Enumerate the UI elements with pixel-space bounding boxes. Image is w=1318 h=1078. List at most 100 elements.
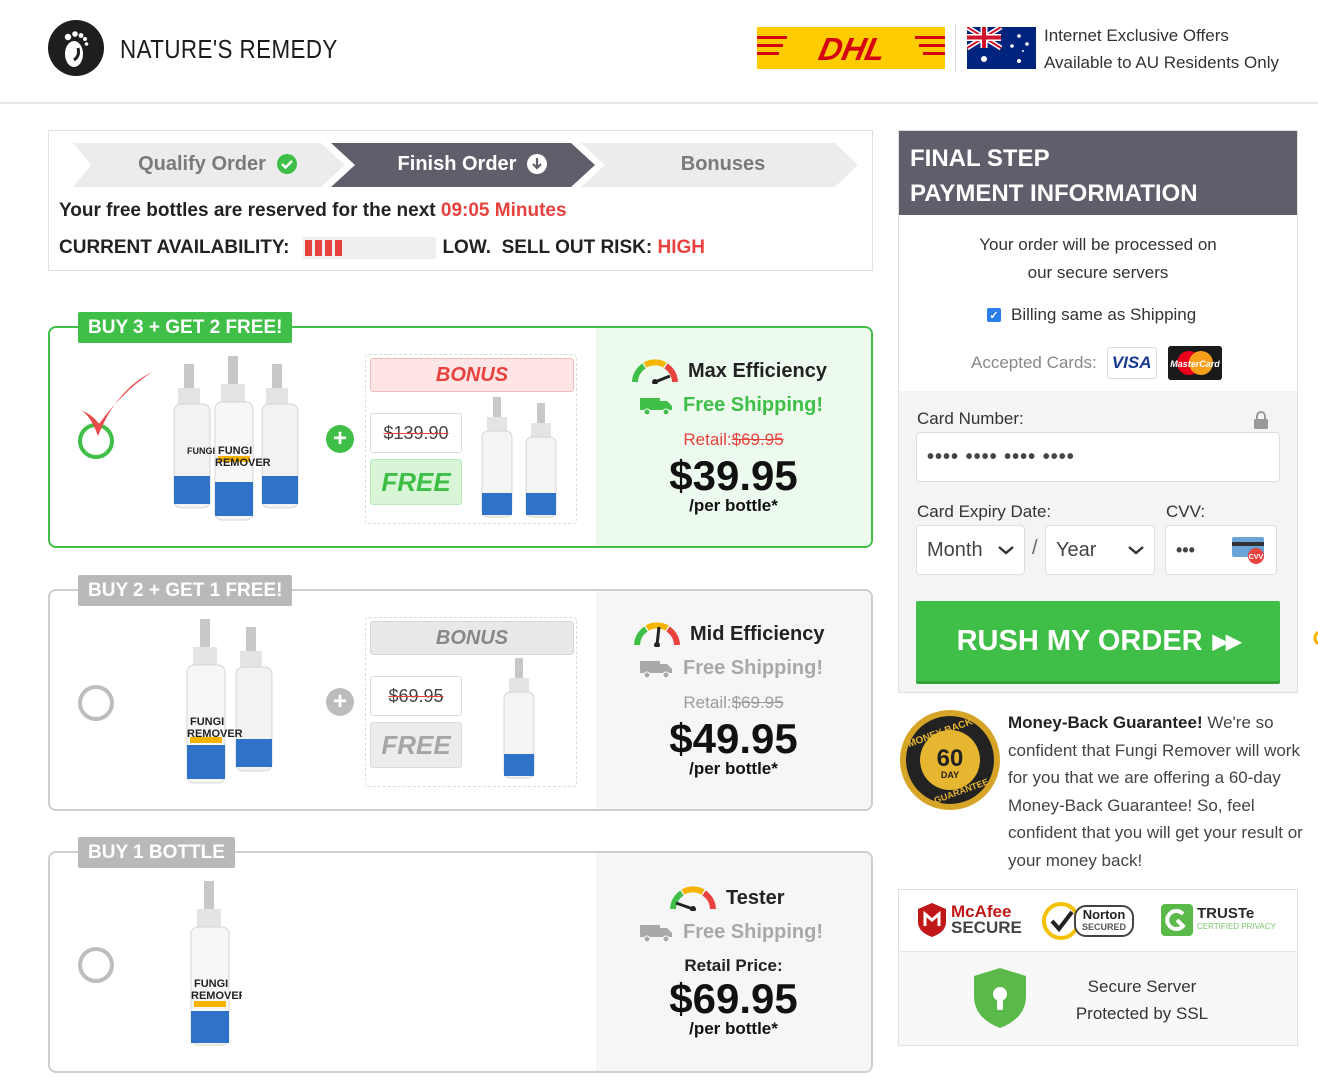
truste-badge: TRUSTe CERTIFIED PRIVACY [1161, 904, 1276, 936]
bonus-bottles-2 [481, 397, 557, 518]
package-radio[interactable] [78, 947, 114, 983]
package-buy-2-get-1[interactable]: BUY 2 + GET 1 FREE! FUNGI REMOVER + BONU… [48, 575, 873, 811]
efficiency-label: Max Efficiency [688, 359, 827, 382]
bonus-box: BONUS $139.90 FREE [365, 354, 577, 524]
truck-icon [640, 397, 672, 415]
payment-header: FINAL STEP PAYMENT INFORMATION [899, 131, 1297, 215]
processed-line-2: our secure servers [1027, 263, 1169, 282]
footprint-logo-icon[interactable] [48, 20, 104, 76]
svg-text:60: 60 [937, 745, 964, 772]
package-price: $39.95 [669, 452, 798, 499]
expiry-year-select[interactable]: Year [1045, 525, 1155, 575]
dhl-logo: DHL [757, 27, 945, 69]
shipping-row: Free Shipping! [640, 657, 870, 680]
bonus-old-price: $69.95 [370, 676, 462, 716]
cvv-placeholder: ••• [1176, 539, 1195, 560]
expiry-month-select[interactable]: Month [916, 525, 1025, 575]
product-bottles-2: FUNGI REMOVER [186, 619, 273, 784]
svg-text:FUNGI: FUNGI [194, 978, 228, 990]
package-buy-3-get-2[interactable]: BUY 3 + GET 2 FREE! FUNGI FUNGI REMOVER … [48, 312, 873, 548]
rush-my-order-button[interactable]: RUSH MY ORDER ▶▶ [916, 601, 1280, 681]
rush-label: RUSH MY ORDER [956, 624, 1203, 657]
australia-flag-icon [965, 24, 1036, 69]
retail-price: $69.95 [731, 693, 784, 712]
shipping-row: Free Shipping! [640, 394, 870, 417]
site-header: NATURE'S REMEDY DHL Internet Exclusive O… [0, 0, 1318, 104]
low-text: LOW. [442, 237, 492, 258]
svg-text:MasterCard: MasterCard [1170, 359, 1220, 369]
availability-row: CURRENT AVAILABILITY: LOW. SELL OUT RISK… [59, 237, 705, 259]
product-bottles-3: FUNGI FUNGI REMOVER [173, 356, 299, 521]
offer-text: Internet Exclusive Offers Available to A… [1044, 22, 1279, 76]
package-tag: BUY 1 BOTTLE [78, 837, 235, 868]
step-label: Bonuses [680, 152, 766, 175]
norton-secured: SECURED [1082, 922, 1127, 932]
ssl-line-2: Protected by SSL [1075, 1004, 1209, 1023]
payment-title-2: PAYMENT INFORMATION [910, 180, 1198, 207]
billing-label: Billing same as Shipping [1011, 305, 1197, 324]
step-label: Qualify Order [138, 152, 266, 175]
retail-label: Retail: [683, 693, 732, 712]
svg-text:FUNGI: FUNGI [190, 716, 224, 728]
shipping-label: Free Shipping! [683, 394, 823, 416]
ssl-shield-icon [974, 968, 1026, 1028]
norton-name: Norton [1082, 907, 1126, 922]
progress-steps: Qualify Order Finish Order Bonuses [73, 141, 858, 189]
edge-partial-icon [1312, 630, 1318, 646]
truck-icon [640, 660, 672, 678]
brand-name[interactable]: NATURE'S REMEDY [120, 34, 338, 65]
card-number-input[interactable]: •••• •••• •••• •••• [916, 432, 1280, 482]
chevron-down-icon [998, 546, 1014, 555]
billing-same-checkbox[interactable]: ✓ Billing same as Shipping [987, 305, 1196, 325]
order-progress-box: Qualify Order Finish Order Bonuses Your … [48, 130, 873, 271]
gauge-icon [634, 622, 680, 647]
cvv-card-icon: CVV [1232, 537, 1264, 564]
double-chevron-right-icon: ▶▶ [1212, 630, 1242, 653]
availability-label: CURRENT AVAILABILITY: [59, 237, 290, 258]
svg-text:FUNGI: FUNGI [218, 445, 252, 457]
per-bottle-label: /per bottle* [689, 496, 778, 515]
risk-label: SELL OUT RISK: [501, 237, 653, 258]
efficiency-label: Tester [726, 886, 785, 909]
cvv-input[interactable]: ••• CVV [1165, 525, 1277, 575]
guarantee-body: We're so confident that Fungi Remover wi… [1008, 713, 1303, 870]
truste-certified: CERTIFIED PRIVACY [1197, 922, 1276, 931]
accepted-cards: Accepted Cards: VISA MasterCard [971, 346, 1222, 380]
step-qualify-order: Qualify Order [93, 141, 343, 187]
checkout-page: NATURE'S REMEDY DHL Internet Exclusive O… [0, 0, 1318, 1078]
bonus-free-tag: FREE [370, 722, 462, 768]
bonus-free-tag: FREE [370, 459, 462, 505]
retail-row: Retail:$69.95 [596, 430, 871, 450]
efficiency-row: Mid Efficiency [634, 621, 864, 647]
svg-text:FUNGI: FUNGI [187, 446, 215, 456]
step-label: Finish Order [397, 152, 517, 175]
mcafee-secure-badge: McAfee SECURE [917, 902, 1022, 938]
package-buy-1[interactable]: BUY 1 BOTTLE FUNGI REMOVER Tester Free S… [48, 837, 873, 1073]
countdown-timer: 09:05 Minutes [440, 200, 567, 221]
shipping-label: Free Shipping! [683, 921, 823, 943]
efficiency-row: Max Efficiency [632, 358, 862, 384]
per-bottle-label: /per bottle* [689, 1019, 778, 1038]
trust-badges: McAfee SECURE Norton SECURED TRUSTe CERTIFI… [898, 889, 1298, 1046]
payment-title-1: FINAL STEP [910, 145, 1050, 172]
bonus-label: BONUS [370, 358, 574, 392]
gauge-icon [670, 886, 716, 911]
package-radio[interactable] [78, 685, 114, 721]
bonus-box: BONUS $69.95 FREE [365, 617, 577, 787]
plus-icon: + [326, 688, 354, 716]
arrow-down-circle-icon [527, 154, 548, 174]
bonus-bottle-1 [503, 658, 535, 779]
checkbox-checked-icon[interactable]: ✓ [987, 308, 1001, 322]
ssl-line-1: Secure Server [1087, 977, 1197, 996]
chevron-down-icon [1128, 546, 1144, 555]
retail-price: $69.95 [731, 430, 784, 449]
product-bottle-1: FUNGI REMOVER [190, 881, 242, 1046]
availability-meter [303, 237, 437, 259]
trust-logos-row: McAfee SECURE Norton SECURED TRUSTe CERTIFI… [899, 890, 1297, 952]
header-divider [955, 24, 956, 72]
year-value: Year [1056, 538, 1097, 561]
truste-name: TRUSTe [1197, 905, 1255, 922]
payment-panel: FINAL STEP PAYMENT INFORMATION Your orde… [898, 130, 1298, 693]
svg-text:REMOVER: REMOVER [187, 728, 243, 740]
reservation-notice: Your free bottles are reserved for the n… [59, 200, 567, 222]
